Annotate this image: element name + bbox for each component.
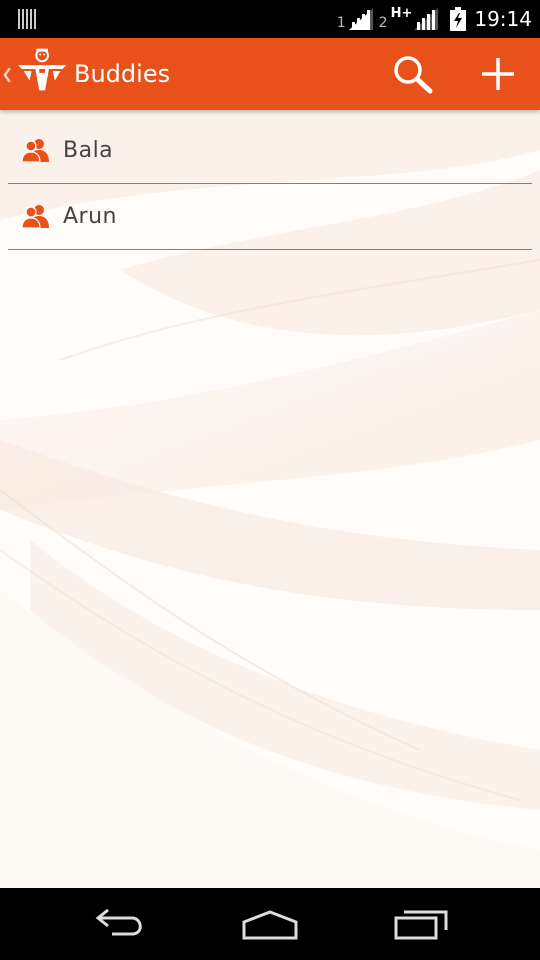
sim1-label: 1 bbox=[336, 15, 346, 31]
screen: 1 2 H+ 19:14 Buddies Bala Arun bbox=[0, 0, 540, 960]
search-icon bbox=[394, 56, 433, 94]
clock: 19:14 bbox=[474, 7, 532, 31]
buddy-icon bbox=[22, 205, 49, 228]
navigation-bar bbox=[0, 888, 540, 960]
plus-icon bbox=[482, 58, 514, 90]
chevron-left-icon bbox=[3, 67, 11, 83]
buddy-icon bbox=[22, 139, 49, 162]
list-item[interactable]: Arun bbox=[8, 184, 532, 250]
signal-icon bbox=[348, 8, 373, 30]
battery-charging-icon bbox=[450, 7, 467, 31]
signal-icon bbox=[414, 8, 439, 30]
recents-icon bbox=[394, 910, 448, 940]
action-bar: Buddies bbox=[0, 38, 540, 110]
content-area: Bala Arun bbox=[0, 110, 540, 888]
buddy-list: Bala Arun bbox=[8, 118, 532, 250]
page-title: Buddies bbox=[74, 60, 171, 88]
buddy-name: Bala bbox=[63, 138, 114, 163]
back-button[interactable] bbox=[90, 904, 154, 944]
app-logo-icon bbox=[17, 48, 67, 91]
status-bar: 1 2 H+ 19:14 bbox=[0, 0, 540, 38]
list-item[interactable]: Bala bbox=[8, 118, 532, 184]
search-button[interactable] bbox=[390, 54, 436, 94]
sim2-label: 2 bbox=[378, 15, 388, 31]
recents-button[interactable] bbox=[388, 904, 452, 944]
up-navigation-button[interactable] bbox=[2, 48, 68, 91]
network-type-label: H+ bbox=[390, 5, 413, 21]
sd-card-icon bbox=[18, 9, 36, 29]
buddy-name: Arun bbox=[63, 204, 117, 229]
home-button[interactable] bbox=[238, 904, 302, 944]
back-icon bbox=[95, 908, 142, 936]
home-icon bbox=[242, 910, 298, 940]
add-buddy-button[interactable] bbox=[477, 54, 519, 94]
